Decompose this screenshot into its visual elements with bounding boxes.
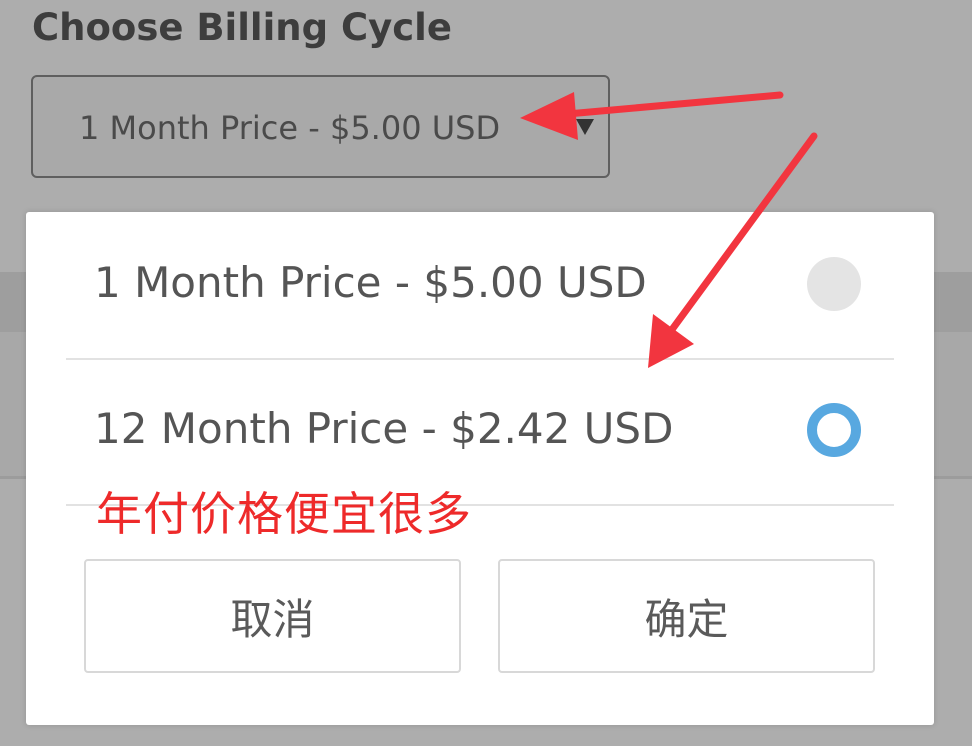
annotation-arrows <box>520 91 818 368</box>
arrow-to-select-icon <box>520 91 784 140</box>
arrow-to-12-month-option-icon <box>648 132 818 368</box>
